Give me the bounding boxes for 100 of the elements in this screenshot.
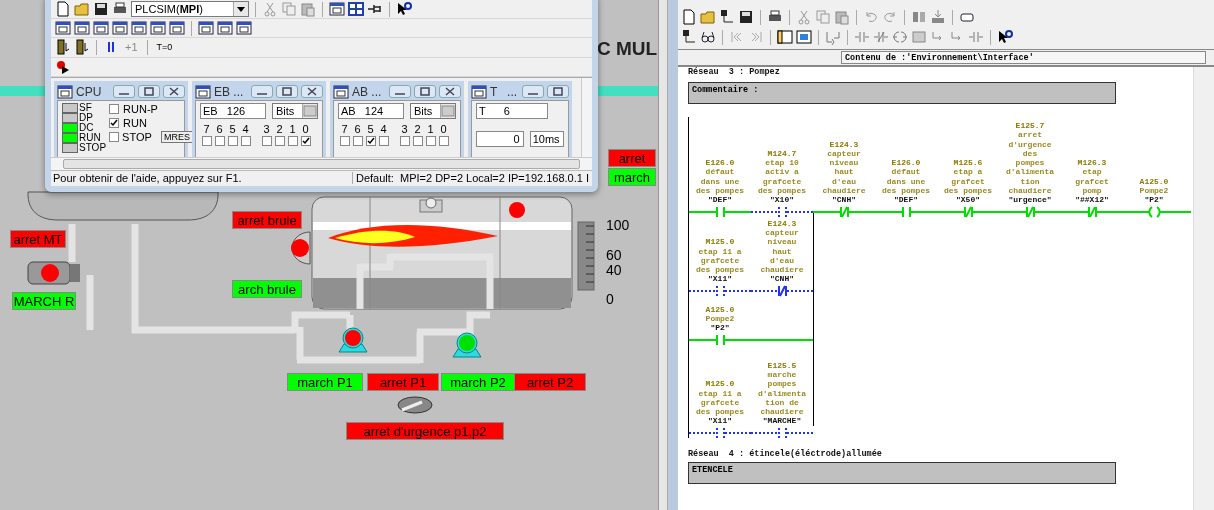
minimize-button[interactable] [522, 85, 544, 99]
bit-checkbox[interactable] [214, 135, 225, 146]
insert-window-icon[interactable] [150, 20, 166, 37]
symbol-label: "P2" [710, 323, 730, 333]
contact-symbol[interactable] [689, 425, 751, 440]
bit-checkbox[interactable] [365, 135, 376, 146]
emergency-stop-knob-icon[interactable] [397, 396, 433, 414]
scrollbar[interactable] [581, 77, 592, 157]
redo-icon[interactable] [882, 9, 898, 25]
minimize-button[interactable] [251, 85, 273, 99]
contact-symbol[interactable] [751, 204, 813, 219]
mode-checkbox[interactable] [109, 103, 120, 114]
timer-value-field[interactable]: 0 [476, 130, 524, 147]
overview-panel-icon[interactable] [777, 29, 793, 45]
minimize-button[interactable] [113, 85, 135, 99]
hmi-button[interactable]: march P1 [287, 373, 363, 391]
bit-checkbox[interactable] [201, 135, 212, 146]
insert-window-icon[interactable] [236, 20, 252, 37]
bit-checkbox[interactable] [287, 135, 298, 146]
cpu-module-icon[interactable] [55, 39, 71, 56]
module-icon[interactable] [911, 9, 927, 25]
cascade-windows-icon[interactable] [329, 1, 345, 18]
hmi-button[interactable]: arret MT [10, 230, 66, 248]
maximize-button[interactable] [276, 85, 298, 99]
paste-icon[interactable] [300, 1, 316, 18]
comment-field[interactable]: Commentaire : [688, 82, 1116, 104]
maximize-button[interactable] [138, 85, 160, 99]
hmi-button[interactable]: arret P1 [367, 373, 439, 391]
hmi-button[interactable]: march [608, 168, 656, 186]
branch-icon[interactable] [825, 29, 841, 45]
close-button[interactable] [439, 85, 461, 99]
contact-symbol[interactable] [689, 283, 751, 298]
bit-checkbox[interactable] [378, 135, 389, 146]
address-field[interactable]: EB 126 [200, 102, 266, 119]
hmi-button[interactable]: arch brule [232, 280, 302, 298]
insert-window-icon[interactable] [217, 20, 233, 37]
memory-reset-button[interactable]: MRES [161, 130, 194, 143]
contact-symbol[interactable] [751, 425, 813, 440]
timer-field[interactable]: T 6 [476, 102, 548, 119]
insert-window-icon[interactable] [112, 20, 128, 37]
maximize-button[interactable] [547, 85, 569, 99]
help-icon[interactable] [396, 1, 412, 18]
download-icon[interactable] [930, 9, 946, 25]
insert-window-icon[interactable] [169, 20, 185, 37]
splitter-bar[interactable] [658, 0, 668, 510]
insert-window-icon[interactable] [74, 20, 90, 37]
scrollbar[interactable] [1193, 67, 1214, 510]
hmi-button[interactable]: march P2 [441, 373, 515, 391]
contact-symbol[interactable] [751, 283, 813, 298]
bit-checkbox[interactable] [300, 135, 311, 146]
bit-checkbox[interactable] [425, 135, 436, 146]
format-dropdown[interactable]: Bits [410, 102, 456, 119]
bit-checkbox[interactable] [274, 135, 285, 146]
new-file-icon[interactable] [55, 1, 71, 18]
hmi-button[interactable]: MARCH R [12, 292, 76, 310]
breakpoint-icon[interactable] [55, 58, 71, 75]
hmi-button[interactable]: arret brule [232, 211, 302, 229]
maximize-button[interactable] [414, 85, 436, 99]
bit-checkbox[interactable] [261, 135, 272, 146]
glasses-icon[interactable] [700, 29, 716, 45]
mode-checkbox[interactable] [109, 117, 120, 128]
address-field[interactable]: AB 124 [338, 102, 404, 119]
comment-field[interactable]: ETENCELE [688, 461, 1116, 484]
bit-checkbox[interactable] [339, 135, 350, 146]
insert-window-icon[interactable] [198, 20, 214, 37]
reset-timers-button[interactable]: T=0 [153, 42, 176, 53]
hmi-button[interactable]: arret [608, 149, 656, 167]
save-icon[interactable] [93, 1, 109, 18]
target-dropdown[interactable]: PLCSIM(MPI) [131, 1, 249, 18]
bit-checkbox[interactable] [352, 135, 363, 146]
bit-checkbox[interactable] [399, 135, 410, 146]
tile-icon[interactable] [348, 1, 364, 18]
close-button[interactable] [163, 85, 185, 99]
insert-window-icon[interactable] [55, 20, 71, 37]
scrollbar-thumb[interactable] [63, 158, 580, 169]
close-button[interactable] [301, 85, 323, 99]
bit-checkbox[interactable] [240, 135, 251, 146]
mode-checkbox[interactable] [109, 131, 120, 142]
bit-label: 2 [414, 122, 421, 135]
insert-window-icon[interactable] [131, 20, 147, 37]
help-icon[interactable] [997, 29, 1013, 45]
bit-checkbox[interactable] [438, 135, 449, 146]
closed-contact-icon[interactable] [873, 29, 889, 45]
paste-icon[interactable] [834, 9, 850, 25]
save-icon[interactable] [738, 9, 754, 25]
cut-icon[interactable] [262, 1, 278, 18]
new-file-icon[interactable] [681, 9, 697, 25]
hmi-button[interactable]: arret P2 [514, 373, 586, 391]
coil-icon[interactable] [892, 29, 908, 45]
time-base-dropdown[interactable]: 10ms [529, 130, 564, 147]
format-dropdown[interactable]: Bits [272, 102, 318, 119]
bit-label: 2 [276, 122, 283, 135]
cpu-module-icon[interactable] [74, 39, 90, 56]
bit-checkbox[interactable] [227, 135, 238, 146]
emergency-stop-button[interactable]: arret d'urgence p1,p2 [346, 422, 504, 440]
minimize-button[interactable] [389, 85, 411, 99]
bit-checkbox[interactable] [412, 135, 423, 146]
undo-icon[interactable] [863, 9, 879, 25]
details-panel-icon[interactable] [796, 29, 812, 45]
insert-window-icon[interactable] [93, 20, 109, 37]
